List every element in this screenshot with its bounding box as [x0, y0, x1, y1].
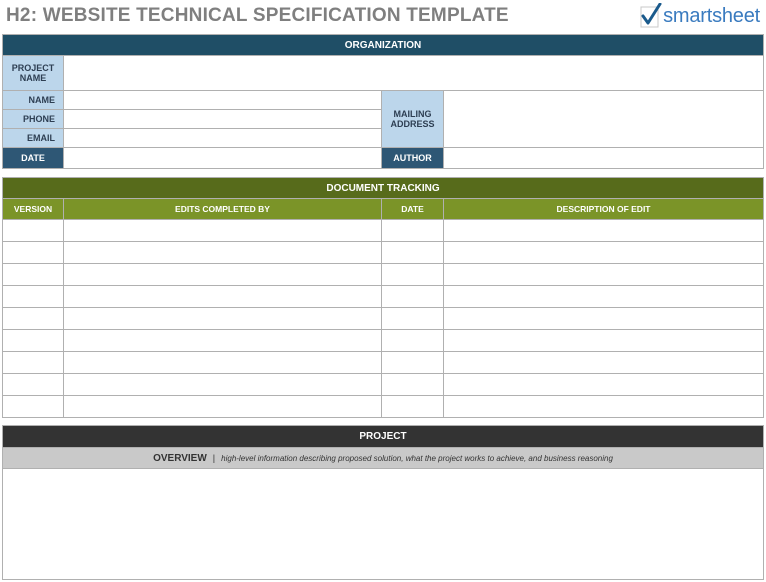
column-header-version: VERSION: [2, 198, 64, 220]
date-cell[interactable]: [381, 373, 444, 396]
version-cell[interactable]: [2, 373, 64, 396]
overview-title: OVERVIEW: [153, 452, 207, 464]
version-cell[interactable]: [2, 329, 64, 352]
overview-description: high-level information describing propos…: [221, 453, 613, 463]
date-cell[interactable]: [381, 351, 444, 374]
smartsheet-logo: smartsheet: [638, 2, 760, 30]
name-field[interactable]: [63, 90, 382, 110]
table-row: [2, 285, 765, 308]
version-cell[interactable]: [2, 395, 64, 418]
project-name-field[interactable]: [62, 55, 765, 91]
table-row: [2, 329, 765, 352]
table-row: [2, 395, 765, 418]
description-of-edit-cell[interactable]: [442, 241, 765, 264]
edits-completed-by-cell[interactable]: [63, 329, 382, 352]
overview-separator: |: [212, 452, 216, 463]
email-label: EMAIL: [2, 128, 64, 148]
table-row: [2, 241, 765, 264]
edits-completed-by-cell[interactable]: [63, 285, 382, 308]
edits-completed-by-cell[interactable]: [63, 241, 382, 264]
date-cell[interactable]: [381, 263, 444, 286]
date-cell[interactable]: [381, 241, 444, 264]
name-label: NAME: [2, 90, 64, 110]
description-of-edit-cell[interactable]: [442, 263, 765, 286]
project-name-label: PROJECT NAME: [2, 55, 64, 91]
page-title: H2: WEBSITE TECHNICAL SPECIFICATION TEMP…: [6, 5, 509, 26]
date-cell[interactable]: [381, 307, 444, 330]
project-table: PROJECT OVERVIEW | high-level information …: [2, 425, 764, 580]
edits-completed-by-cell[interactable]: [63, 351, 382, 374]
date-cell[interactable]: [381, 285, 444, 308]
email-field[interactable]: [63, 128, 382, 148]
author-label: AUTHOR: [381, 147, 444, 169]
date-label: DATE: [2, 147, 64, 169]
edits-completed-by-cell[interactable]: [63, 373, 382, 396]
column-header-description-of-edit: DESCRIPTION OF EDIT: [442, 198, 765, 220]
mailing-address-label: MAILING ADDRESS: [381, 90, 444, 148]
version-cell[interactable]: [2, 285, 64, 308]
edits-completed-by-cell[interactable]: [63, 395, 382, 418]
table-row: [2, 373, 765, 396]
version-cell[interactable]: [2, 219, 64, 242]
date-field[interactable]: [63, 147, 382, 169]
description-of-edit-cell[interactable]: [442, 219, 765, 242]
project-header: PROJECT: [2, 425, 764, 448]
table-row: [2, 263, 765, 286]
edits-completed-by-cell[interactable]: [63, 219, 382, 242]
overview-bar: OVERVIEW | high-level information describi…: [2, 447, 764, 469]
phone-field[interactable]: [63, 109, 382, 129]
edits-completed-by-cell[interactable]: [63, 263, 382, 286]
document-tracking-header: DOCUMENT TRACKING: [1, 177, 765, 199]
logo-wordmark: smartsheet: [663, 4, 760, 27]
mailing-address-field[interactable]: [442, 90, 765, 148]
organization-header: ORGANIZATION: [1, 34, 765, 56]
table-row: [2, 307, 765, 330]
description-of-edit-cell[interactable]: [442, 373, 765, 396]
phone-label: PHONE: [2, 109, 64, 129]
description-of-edit-cell[interactable]: [442, 329, 765, 352]
date-cell[interactable]: [381, 329, 444, 352]
checkmark-icon: [640, 3, 662, 28]
version-cell[interactable]: [2, 241, 64, 264]
version-cell[interactable]: [2, 263, 64, 286]
overview-content-area[interactable]: [2, 468, 764, 580]
edits-completed-by-cell[interactable]: [63, 307, 382, 330]
column-header-edits-completed-by: EDITS COMPLETED BY: [63, 198, 382, 220]
document-tracking-table: DOCUMENT TRACKING VERSION EDITS COMPLETE…: [1, 177, 765, 418]
version-cell[interactable]: [2, 307, 64, 330]
table-row: [2, 351, 765, 374]
table-row: [2, 219, 765, 242]
description-of-edit-cell[interactable]: [442, 395, 765, 418]
date-cell[interactable]: [381, 219, 444, 242]
description-of-edit-cell[interactable]: [442, 307, 765, 330]
author-field[interactable]: [442, 147, 765, 169]
organization-table: ORGANIZATION PROJECT NAME NAME MAILING A…: [1, 34, 765, 169]
version-cell[interactable]: [2, 351, 64, 374]
date-cell[interactable]: [381, 395, 444, 418]
column-header-date: DATE: [381, 198, 444, 220]
description-of-edit-cell[interactable]: [442, 285, 765, 308]
description-of-edit-cell[interactable]: [442, 351, 765, 374]
